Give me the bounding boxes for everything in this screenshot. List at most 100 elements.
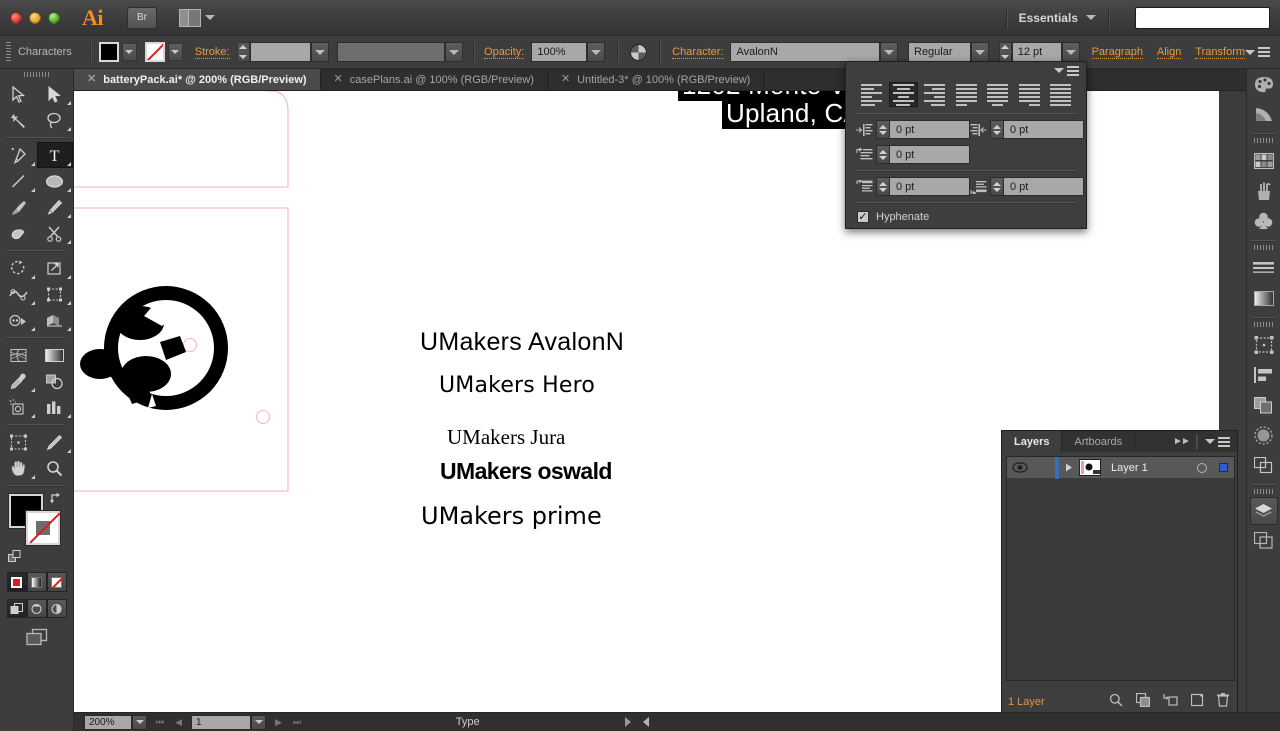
opacity-mask-icon[interactable] <box>630 43 648 61</box>
color-panel-icon[interactable] <box>1249 69 1279 99</box>
free-transform-tool[interactable] <box>37 281 74 307</box>
artboard-number-input[interactable]: 1 <box>191 714 252 730</box>
draw-behind-button[interactable] <box>26 599 47 618</box>
fill-swatch-group[interactable] <box>98 42 137 62</box>
opacity-label[interactable]: Opacity: <box>484 46 525 59</box>
layers-panel-icon[interactable] <box>1249 497 1278 525</box>
layers-panel-menu-button[interactable] <box>1205 436 1230 447</box>
mesh-tool[interactable] <box>0 342 37 368</box>
search-input[interactable] <box>1135 6 1270 29</box>
swap-fill-stroke-icon[interactable] <box>50 492 64 506</box>
space-before-field-group[interactable]: 0 pt <box>876 177 970 196</box>
minimize-window-button[interactable] <box>29 11 41 24</box>
justify-all-button[interactable] <box>1046 82 1075 107</box>
change-screen-mode-button[interactable] <box>25 628 49 652</box>
transform-link[interactable]: Transform <box>1195 46 1246 59</box>
sample-text-hero[interactable]: UMakers Hero <box>439 373 595 398</box>
close-icon[interactable]: ✕ <box>561 74 570 85</box>
magic-wand-tool[interactable] <box>0 107 37 133</box>
font-size-input[interactable]: 12 pt <box>1011 42 1062 62</box>
stroke-swatch-dropdown[interactable] <box>167 43 183 61</box>
stroke-weight-input[interactable] <box>249 42 312 62</box>
justify-last-right-button[interactable] <box>1015 82 1044 107</box>
document-tab-untitled3[interactable]: ✕ Untitled-3* @ 100% (RGB/Preview) <box>547 69 765 90</box>
sample-text-prime[interactable]: UMakers prime <box>421 502 602 530</box>
gradient-tool[interactable] <box>37 342 74 368</box>
go-to-bridge-button[interactable]: Br <box>127 6 157 29</box>
delete-selection-icon[interactable] <box>1217 692 1229 712</box>
close-icon[interactable]: ✕ <box>334 74 343 85</box>
sample-text-oswald[interactable]: UMakers oswald <box>440 458 612 485</box>
blend-tool[interactable] <box>37 368 74 394</box>
stroke-weight-dropdown[interactable] <box>311 42 330 62</box>
pen-tool[interactable] <box>0 142 37 168</box>
transparency-panel-icon[interactable] <box>1249 420 1279 450</box>
stroke-label[interactable]: Stroke: <box>194 46 230 59</box>
default-fill-stroke-icon[interactable] <box>8 550 22 564</box>
space-before-stepper[interactable] <box>876 177 890 196</box>
symbols-panel-icon[interactable] <box>1249 206 1279 236</box>
layer-selection-indicator[interactable] <box>1212 463 1234 472</box>
left-indent-stepper[interactable] <box>876 120 890 139</box>
scale-tool[interactable] <box>37 255 74 281</box>
perspective-grid-tool[interactable] <box>37 307 74 333</box>
rotate-tool[interactable] <box>0 255 37 281</box>
sample-text-avalonn[interactable]: UMakers AvalonN <box>420 328 624 357</box>
artboards-panel-icon[interactable] <box>1249 330 1279 360</box>
align-left-button[interactable] <box>857 82 886 107</box>
font-style-dropdown[interactable] <box>970 42 989 62</box>
arrange-documents-button[interactable] <box>179 8 215 27</box>
align-panel-icon[interactable] <box>1249 360 1279 390</box>
layer-name[interactable]: Layer 1 <box>1101 462 1192 474</box>
paintbrush-tool[interactable] <box>0 194 37 220</box>
draw-normal-button[interactable] <box>6 599 27 618</box>
shape-builder-tool[interactable] <box>0 307 37 333</box>
justify-last-center-button[interactable] <box>983 82 1012 107</box>
zoom-level-input[interactable]: 200% <box>84 714 132 730</box>
dock-group-grip[interactable] <box>1253 138 1274 143</box>
next-artboard-button[interactable]: ▶ <box>275 717 282 728</box>
make-clipping-mask-icon[interactable] <box>1135 692 1151 712</box>
opacity-dropdown[interactable] <box>587 42 606 62</box>
font-size-stepper[interactable] <box>998 42 1012 62</box>
ellipse-tool[interactable] <box>37 168 74 194</box>
tab-artboards[interactable]: Artboards <box>1062 431 1136 452</box>
type-tool[interactable]: T <box>36 142 73 168</box>
width-tool[interactable] <box>0 281 37 307</box>
selection-tool[interactable] <box>0 81 37 107</box>
direct-selection-tool[interactable] <box>37 81 74 107</box>
symbol-sprayer-tool[interactable] <box>0 394 37 420</box>
first-line-indent-input[interactable]: 0 pt <box>890 145 970 164</box>
workspace-switcher[interactable]: Essentials <box>1019 11 1096 25</box>
left-indent-field-group[interactable]: 0 pt <box>876 120 970 139</box>
control-bar-menu-button[interactable] <box>1245 47 1271 57</box>
eyedropper-tool[interactable] <box>0 368 37 394</box>
last-artboard-button[interactable]: ⏭ <box>293 717 301 728</box>
maximize-window-button[interactable] <box>48 11 60 24</box>
document-tab-caseplans[interactable]: ✕ casePlans.ai @ 100% (RGB/Preview) <box>320 69 548 90</box>
fill-swatch-dropdown[interactable] <box>121 43 137 61</box>
close-icon[interactable]: ✕ <box>87 74 96 85</box>
create-new-layer-icon[interactable] <box>1190 693 1204 712</box>
font-family-dropdown[interactable] <box>880 42 899 62</box>
space-after-stepper[interactable] <box>990 177 1004 196</box>
swatches-panel-icon[interactable] <box>1249 146 1279 176</box>
space-after-field-group[interactable]: 0 pt <box>990 177 1084 196</box>
slice-tool[interactable] <box>37 429 74 455</box>
close-window-button[interactable] <box>10 11 22 24</box>
zoom-level-dropdown[interactable] <box>132 714 147 730</box>
table-row[interactable]: Layer 1 <box>1007 456 1234 479</box>
first-line-indent-field-group[interactable]: 0 pt <box>876 145 970 164</box>
dock-group-grip[interactable] <box>1253 245 1274 250</box>
blob-brush-tool[interactable] <box>0 220 37 246</box>
layer-visibility-toggle[interactable] <box>1007 462 1033 473</box>
create-new-sublayer-icon[interactable] <box>1163 693 1178 712</box>
artboards-dock-icon[interactable] <box>1249 525 1279 555</box>
font-family-input[interactable]: AvalonN <box>730 42 881 62</box>
right-indent-field-group[interactable]: 0 pt <box>990 120 1084 139</box>
gradient-panel-icon[interactable] <box>1249 283 1279 313</box>
document-tab-batterypack[interactable]: ✕ batteryPack.ai* @ 200% (RGB/Preview) <box>74 69 321 90</box>
status-menu-button[interactable] <box>625 717 632 727</box>
scissors-tool[interactable] <box>37 220 74 246</box>
pencil-tool[interactable] <box>37 194 74 220</box>
